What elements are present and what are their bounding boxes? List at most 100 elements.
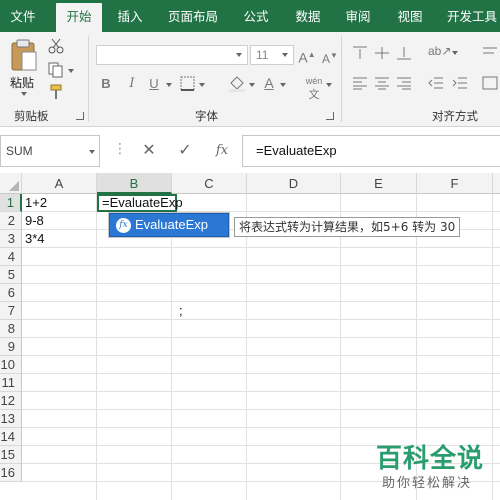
row-header[interactable]: 2 <box>0 212 22 230</box>
row-header[interactable]: 10 <box>0 356 22 374</box>
gridline <box>340 194 341 500</box>
bottom-align-icon[interactable] <box>396 46 412 60</box>
orientation-dropdown-icon[interactable] <box>452 51 458 55</box>
italic-button[interactable]: I <box>126 77 138 91</box>
font-size-dropdown[interactable]: 11 <box>250 45 294 65</box>
cell-b1-active[interactable]: =EvaluateExp <box>97 194 183 212</box>
bold-button[interactable]: B <box>100 77 112 91</box>
font-launcher-icon[interactable] <box>326 112 334 120</box>
row-header[interactable]: 14 <box>0 428 22 446</box>
tab-insert[interactable]: 插入 <box>108 3 152 32</box>
column-header-g[interactable] <box>493 173 500 194</box>
row-header[interactable]: 13 <box>0 410 22 428</box>
chevron-down-icon[interactable] <box>89 150 95 154</box>
row-header[interactable]: 11 <box>0 374 22 392</box>
tab-view[interactable]: 视图 <box>388 3 432 32</box>
fill-color-dropdown-icon[interactable] <box>249 83 255 87</box>
function-icon: fx <box>116 218 131 233</box>
font-color-icon[interactable]: A <box>262 76 276 90</box>
font-size-value: 11 <box>256 48 269 62</box>
chevron-down-icon <box>236 53 242 57</box>
border-dropdown-icon[interactable] <box>199 83 205 87</box>
tab-file[interactable]: 文件 <box>0 3 46 32</box>
border-icon[interactable] <box>180 76 196 92</box>
column-header-d[interactable]: D <box>247 173 341 194</box>
underline-button[interactable]: U <box>148 77 160 91</box>
row-header[interactable]: 4 <box>0 248 22 266</box>
cancel-formula-button[interactable]: ✕ <box>140 143 158 159</box>
gridline <box>22 427 500 428</box>
align-left-icon[interactable] <box>352 76 368 90</box>
watermark-logo: 百科全说 助你轻松解决 <box>370 438 500 498</box>
middle-align-icon[interactable] <box>374 46 390 60</box>
tab-review[interactable]: 审阅 <box>336 3 380 32</box>
chevron-down-icon <box>21 92 27 96</box>
decrease-font-icon[interactable]: A▼ <box>322 49 338 66</box>
phonetic-guide-icon[interactable]: wén 文 <box>304 74 324 102</box>
copy-dropdown-icon[interactable] <box>68 69 74 73</box>
row-header[interactable]: 16 <box>0 464 22 482</box>
font-name-dropdown[interactable] <box>96 45 248 65</box>
formula-input[interactable]: =EvaluateExp <box>242 135 500 167</box>
fill-color-icon[interactable] <box>228 74 246 92</box>
orientation-icon[interactable]: ab↗ <box>428 44 451 58</box>
autocomplete-function-name: EvaluateExp <box>135 217 208 232</box>
increase-indent-icon[interactable] <box>452 76 468 90</box>
gridline <box>22 391 500 392</box>
tab-data[interactable]: 数据 <box>286 3 330 32</box>
align-center-icon[interactable] <box>374 76 390 90</box>
copy-icon[interactable] <box>48 62 64 78</box>
row-header[interactable]: 8 <box>0 320 22 338</box>
clipboard-group-label: 剪贴板 <box>14 109 49 123</box>
insert-function-button[interactable]: fx <box>212 144 232 158</box>
row-header[interactable]: 7 <box>0 302 22 320</box>
more-options-icon[interactable]: ⋮ <box>113 141 127 155</box>
row-header[interactable]: 6 <box>0 284 22 302</box>
row-header[interactable]: 12 <box>0 392 22 410</box>
watermark-subtitle: 助你轻松解决 <box>382 476 473 491</box>
align-right-icon[interactable] <box>396 76 412 90</box>
row-header[interactable]: 3 <box>0 230 22 248</box>
column-header-a[interactable]: A <box>22 173 97 194</box>
row-header[interactable]: 9 <box>0 338 22 356</box>
row-header[interactable]: 15 <box>0 446 22 464</box>
cell-a1[interactable]: 1+2 <box>22 194 97 212</box>
tab-developer[interactable]: 开发工具 <box>442 3 500 32</box>
top-align-icon[interactable] <box>352 46 368 60</box>
phonetic-dropdown-icon[interactable] <box>326 83 332 87</box>
format-painter-icon[interactable] <box>48 84 64 100</box>
clipboard-launcher-icon[interactable] <box>76 112 84 120</box>
row-header[interactable]: 1 <box>0 194 22 212</box>
autocomplete-item-evaluateexp[interactable]: fx EvaluateExp <box>109 213 229 237</box>
underline-dropdown-icon[interactable] <box>166 83 172 87</box>
row-header[interactable]: 5 <box>0 266 22 284</box>
increase-font-icon[interactable]: A▲ <box>298 48 316 65</box>
gridline <box>22 409 500 410</box>
decrease-indent-icon[interactable] <box>428 76 444 90</box>
gridline <box>22 373 500 374</box>
name-box[interactable]: SUM <box>0 135 100 167</box>
column-header-f[interactable]: F <box>417 173 493 194</box>
tab-home[interactable]: 开始 <box>56 3 102 32</box>
paste-button[interactable]: 粘贴 <box>4 38 44 98</box>
alignment-group-label: 对齐方式 <box>432 109 478 123</box>
name-box-value: SUM <box>6 144 33 158</box>
enter-formula-button[interactable]: ✓ <box>176 143 194 159</box>
group-divider <box>341 36 342 122</box>
gridline <box>22 337 500 338</box>
cell-a3[interactable]: 3*4 <box>22 230 97 248</box>
gridline <box>171 194 172 500</box>
select-all-corner[interactable] <box>0 173 22 194</box>
wrap-text-icon[interactable] <box>482 46 498 60</box>
merge-center-icon[interactable] <box>482 76 498 90</box>
gridline <box>22 301 500 302</box>
column-header-b[interactable]: B <box>97 173 172 194</box>
column-header-c[interactable]: C <box>172 173 247 194</box>
cell-a2[interactable]: 9-8 <box>22 212 97 230</box>
tab-formulas[interactable]: 公式 <box>234 3 278 32</box>
cut-icon[interactable] <box>48 38 64 54</box>
font-color-dropdown-icon[interactable] <box>280 83 286 87</box>
column-header-e[interactable]: E <box>341 173 417 194</box>
tab-page-layout[interactable]: 页面布局 <box>160 3 226 32</box>
cell-c7[interactable]: ; <box>172 302 247 320</box>
